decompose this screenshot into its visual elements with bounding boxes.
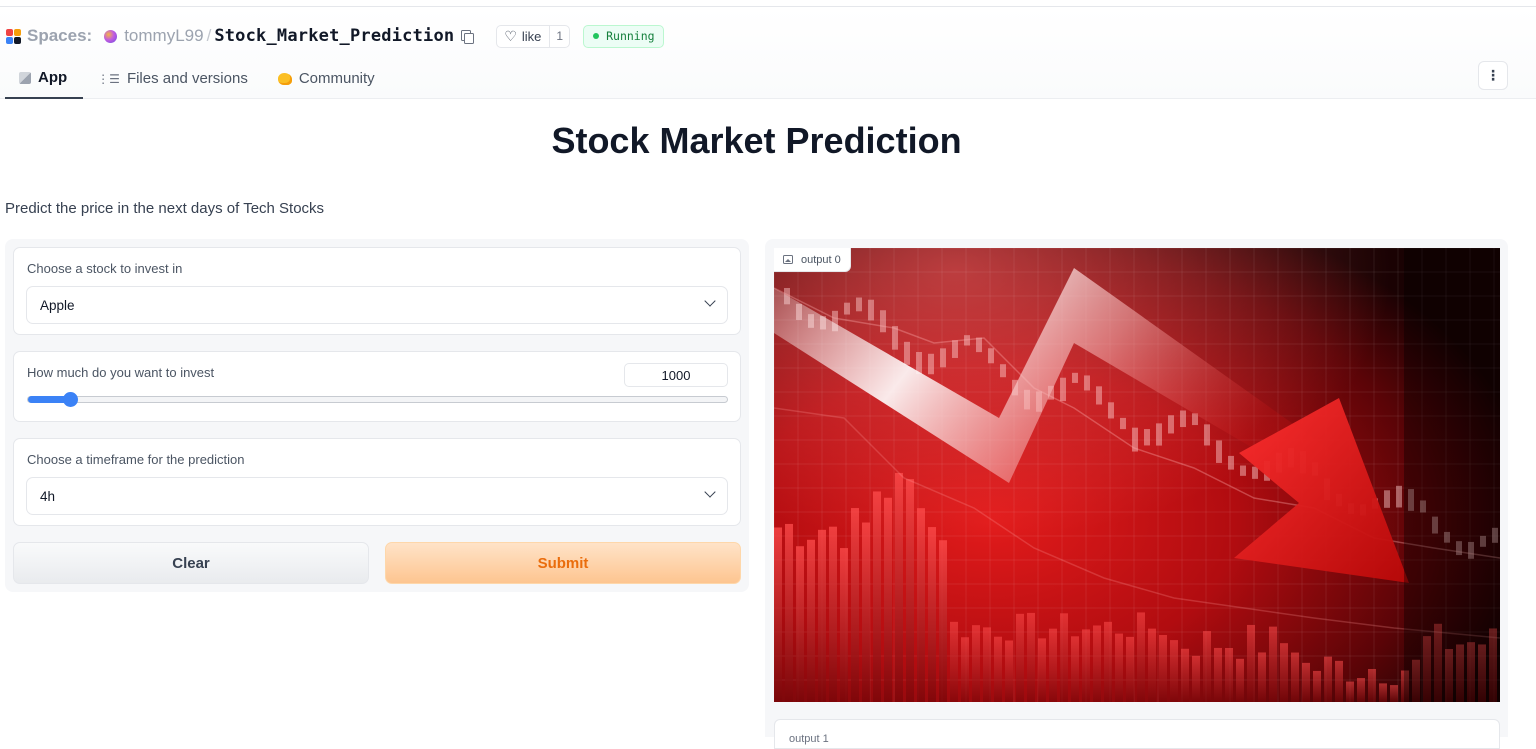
space-header: Spaces: tommyL99 / Stock_Market_Predicti… <box>0 7 1536 99</box>
invest-slider-thumb[interactable] <box>62 392 78 407</box>
heart-icon: ♡ <box>504 28 517 44</box>
like-main[interactable]: ♡ like <box>497 26 549 47</box>
like-button[interactable]: ♡ like 1 <box>496 24 571 48</box>
spaces-label[interactable]: Spaces: <box>27 26 92 46</box>
output-image[interactable]: output 0 <box>774 248 1500 702</box>
like-label: like <box>521 28 542 44</box>
tab-label: Community <box>298 70 375 87</box>
files-icon: ⋮☰ <box>97 71 120 86</box>
community-icon <box>277 72 292 85</box>
tab-community[interactable]: Community <box>264 58 391 99</box>
stock-dropdown-value: Apple <box>40 297 75 313</box>
timeframe-dropdown-value: 4h <box>40 488 56 504</box>
more-vertical-icon: ⋮ <box>1486 67 1500 83</box>
space-title-row: Spaces: tommyL99 / Stock_Market_Predicti… <box>6 23 664 49</box>
stock-dropdown-label: Choose a stock to invest in <box>27 261 183 276</box>
timeframe-dropdown-label: Choose a timeframe for the prediction <box>27 452 245 467</box>
stock-dropdown-block: Choose a stock to invest in Apple <box>13 247 741 335</box>
page-title: Stock Market Prediction <box>551 120 962 161</box>
invest-number-input[interactable]: 1000 <box>624 363 728 387</box>
tab-label: App <box>38 69 68 86</box>
output-1-label: output 1 <box>789 733 829 745</box>
browser-top-line <box>0 0 1536 7</box>
path-separator: / <box>206 26 212 45</box>
outputs-panel: output 0 output 1 <box>765 239 1508 749</box>
stock-dropdown[interactable]: Apple <box>26 286 728 324</box>
stock-decline-image <box>774 248 1500 702</box>
inputs-panel: Choose a stock to invest in Apple How mu… <box>5 239 749 592</box>
tab-label: Files and versions <box>126 70 248 87</box>
clear-button[interactable]: Clear <box>13 542 369 584</box>
invest-slider-label: How much do you want to invest <box>27 365 215 380</box>
status-badge: Running <box>583 24 664 48</box>
app-icon <box>19 71 31 84</box>
tab-app[interactable]: App <box>5 58 84 99</box>
tab-files-and-versions[interactable]: ⋮☰ Files and versions <box>83 58 264 99</box>
timeframe-dropdown-block: Choose a timeframe for the prediction 4h <box>13 438 741 526</box>
repo-name-link[interactable]: Stock_Market_Prediction <box>214 26 454 46</box>
more-options-button[interactable]: ⋮ <box>1478 61 1508 90</box>
output-image-label-text: output 0 <box>801 253 841 266</box>
owner-avatar[interactable] <box>104 29 118 43</box>
owner-link[interactable]: tommyL99 <box>124 26 203 46</box>
output-image-label: output 0 <box>774 248 851 272</box>
image-icon <box>783 255 793 264</box>
invest-slider-block: How much do you want to invest 1000 <box>13 351 741 422</box>
like-count[interactable]: 1 <box>549 25 569 47</box>
copy-icon[interactable] <box>460 29 475 44</box>
submit-button[interactable]: Submit <box>385 542 741 584</box>
chevron-down-icon <box>705 298 715 308</box>
chevron-down-icon <box>705 489 715 499</box>
timeframe-dropdown[interactable]: 4h <box>26 477 728 515</box>
invest-slider[interactable] <box>27 392 728 407</box>
status-dot-icon <box>593 33 600 39</box>
output-1-block: output 1 <box>774 719 1500 749</box>
page-description: Predict the price in the next days of Te… <box>5 200 325 217</box>
status-text: Running <box>606 29 655 43</box>
spaces-logo-icon[interactable] <box>6 28 21 44</box>
space-tabs: App ⋮☰ Files and versions Community <box>5 58 391 99</box>
